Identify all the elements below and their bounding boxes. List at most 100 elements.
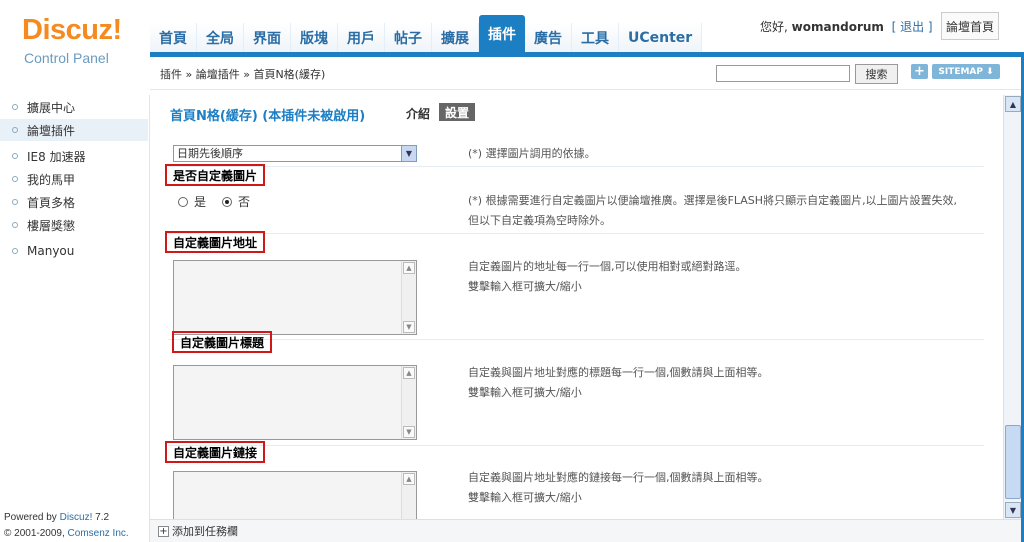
image-title-desc-line1: 自定義與圖片地址對應的標題每一行一個,個數請與上面相等。: [468, 366, 769, 379]
sidebar-item-3[interactable]: 我的馬甲: [0, 168, 148, 190]
divider: [168, 339, 984, 340]
scroll-down-icon[interactable]: ▼: [1005, 502, 1021, 518]
nav-item-6[interactable]: 擴展: [432, 23, 479, 53]
bullet-icon: [12, 127, 18, 133]
breadcrumb-bar: 插件 » 論壇插件 » 首頁N格(緩存) 搜索 + SITEMAP ⬇: [150, 57, 1024, 90]
bullet-icon: [12, 222, 18, 228]
scrollbar-thumb[interactable]: [1005, 425, 1021, 499]
bullet-icon: [12, 248, 18, 254]
discuz-logo[interactable]: Discuz! Control Panel: [0, 0, 150, 95]
sidebar-item-label: 我的馬甲: [27, 172, 76, 187]
radio-yes-label: 是: [194, 195, 207, 209]
bullet-icon: [12, 176, 18, 182]
sidebar-item-label: 擴展中心: [27, 100, 76, 115]
divider: [168, 233, 984, 234]
image-link-desc: 自定義與圖片地址對應的鏈接每一行一個,個數請與上面相等。 雙擊輸入框可擴大/縮小: [468, 468, 769, 508]
textarea-scrollbar[interactable]: ▲▼: [401, 472, 416, 519]
powered-link[interactable]: Discuz!: [60, 512, 93, 523]
logout-link[interactable]: [ 退出 ]: [892, 20, 933, 34]
image-url-label: 自定義圖片地址: [165, 231, 266, 253]
version: 7.2: [92, 512, 110, 523]
sidebar-item-label: 論壇插件: [27, 123, 76, 138]
sidebar-item-5[interactable]: 樓層獎懲: [0, 214, 148, 236]
image-link-desc-line2: 雙擊輸入框可擴大/縮小: [468, 491, 582, 504]
search-input[interactable]: [716, 65, 850, 82]
comsenz-link[interactable]: Comsenz Inc.: [68, 528, 129, 539]
username: womandorum: [791, 20, 884, 34]
radio-no[interactable]: [222, 196, 233, 207]
nav-item-7[interactable]: 插件: [479, 15, 525, 53]
image-title-desc-line2: 雙擊輸入框可擴大/縮小: [468, 386, 582, 399]
nav-item-5[interactable]: 帖子: [385, 23, 432, 53]
image-url-desc-line1: 自定義圖片的地址每一行一個,可以使用相對或絕對路逕。: [468, 260, 747, 273]
nav-item-9[interactable]: 工具: [572, 23, 619, 53]
add-to-taskbar-label: 添加到任務欄: [172, 525, 238, 538]
greeting: 您好,: [760, 20, 788, 34]
custom-image-desc-line2: 但以下自定義項為空時除外。: [468, 214, 611, 227]
add-shortcut-button[interactable]: +: [911, 64, 928, 79]
order-select-value: 日期先後順序: [177, 147, 243, 160]
sidebar-item-4[interactable]: 首頁多格: [0, 191, 148, 213]
forum-home-button[interactable]: 論壇首頁: [941, 12, 999, 40]
chevron-down-icon[interactable]: ▼: [401, 146, 416, 161]
bullet-icon: [12, 104, 18, 110]
plus-icon: +: [158, 525, 169, 537]
scroll-down-icon[interactable]: ▼: [403, 321, 415, 333]
image-url-textarea[interactable]: ▲ ▼: [173, 260, 417, 335]
sidebar-item-label: 樓層獎懲: [27, 218, 76, 233]
scroll-up-icon[interactable]: ▲: [403, 262, 415, 274]
sidebar-item-2[interactable]: IE8 加速器: [0, 145, 148, 167]
tab-intro[interactable]: 介紹: [406, 105, 430, 122]
radio-no-label: 否: [238, 195, 251, 209]
sitemap-button[interactable]: SITEMAP ⬇: [932, 64, 1000, 79]
scroll-down-icon[interactable]: ▼: [403, 426, 415, 438]
page-title: 首頁N格(緩存) (本插件未被啟用): [170, 109, 366, 124]
custom-image-radios: 是 否: [178, 193, 250, 210]
footer: Powered by Discuz! 7.2 © 2001-2009, Coms…: [4, 510, 129, 542]
image-title-desc: 自定義與圖片地址對應的標題每一行一個,個數請與上面相等。 雙擊輸入框可擴大/縮小: [468, 363, 769, 403]
add-to-taskbar[interactable]: + 添加到任務欄: [158, 523, 238, 539]
main-content: 首頁N格(緩存) (本插件未被啟用) 介紹 設置 日期先後順序 ▼ (*) 選擇…: [150, 95, 1003, 519]
radio-yes[interactable]: [178, 196, 188, 207]
image-link-desc-line1: 自定義與圖片地址對應的鏈接每一行一個,個數請與上面相等。: [468, 471, 769, 484]
nav-item-8[interactable]: 廣告: [525, 23, 572, 53]
image-link-label: 自定義圖片鏈接: [165, 441, 266, 463]
scroll-up-icon[interactable]: ▲: [403, 367, 415, 379]
nav-item-3[interactable]: 版塊: [291, 23, 338, 53]
bullet-icon: [12, 199, 18, 205]
sidebar-item-1[interactable]: 論壇插件: [0, 119, 148, 141]
nav-item-10[interactable]: UCenter: [619, 23, 703, 53]
bullet-icon: [12, 153, 18, 159]
textarea-scrollbar[interactable]: ▲▼: [401, 261, 416, 334]
nav-item-0[interactable]: 首頁: [150, 23, 197, 53]
copyright-prefix: © 2001-2009,: [4, 528, 68, 539]
image-url-desc-line2: 雙擊輸入框可擴大/縮小: [468, 280, 582, 293]
scroll-up-icon[interactable]: ▲: [403, 473, 415, 485]
sidebar-item-6[interactable]: Manyou: [0, 240, 148, 262]
nav-item-2[interactable]: 界面: [244, 23, 291, 53]
order-desc: (*) 選擇圖片調用的依據。: [468, 147, 596, 160]
top-nav: 首頁 全局 界面 版塊 用戶 帖子 擴展 插件 廣告 工具 UCenter: [150, 15, 703, 53]
order-select[interactable]: 日期先後順序 ▼: [173, 145, 417, 162]
custom-image-label: 是否自定義圖片: [165, 164, 266, 186]
logo-brand: Discuz!: [22, 14, 122, 46]
user-area: 您好, womandorum [ 退出 ]: [760, 18, 933, 35]
sidebar-item-0[interactable]: 擴展中心: [0, 96, 148, 118]
main-scrollbar[interactable]: ▲ ▼: [1003, 95, 1021, 519]
image-title-textarea[interactable]: ▲ ▼: [173, 365, 417, 440]
search-button[interactable]: 搜索: [855, 64, 898, 84]
powered-prefix: Powered by: [4, 512, 60, 523]
nav-item-4[interactable]: 用戶: [338, 23, 385, 53]
taskbar: + 添加到任務欄: [150, 519, 1024, 542]
header: Discuz! Control Panel 首頁 全局 界面 版塊 用戶 帖子 擴展 插件 廣告…: [0, 0, 1024, 95]
tab-settings[interactable]: 設置: [439, 103, 475, 121]
nav-item-1[interactable]: 全局: [197, 23, 244, 53]
image-link-textarea[interactable]: ▲▼: [173, 471, 417, 519]
sidebar-item-label: IE8 加速器: [27, 149, 86, 164]
scroll-up-icon[interactable]: ▲: [1005, 96, 1021, 112]
image-title-label: 自定義圖片標題: [172, 331, 273, 353]
sidebar-item-label: Manyou: [27, 244, 75, 258]
textarea-scrollbar[interactable]: ▲▼: [401, 366, 416, 439]
divider: [168, 166, 984, 167]
sidebar: 擴展中心論壇插件 IE8 加速器 我的馬甲首頁多格樓層獎懲 Manyou Powere…: [0, 95, 150, 542]
